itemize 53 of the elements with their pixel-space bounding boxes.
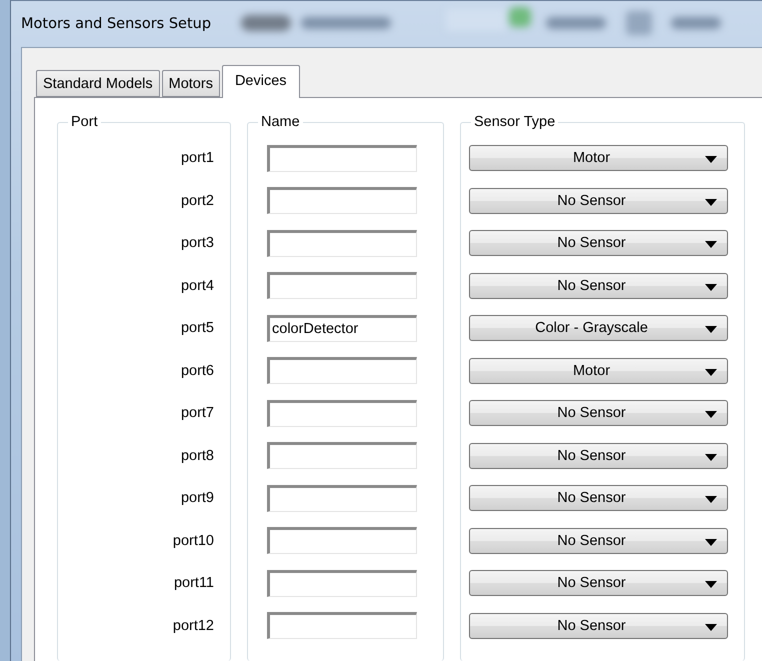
sensor-type-dropdown[interactable]: No Sensor (469, 485, 728, 512)
caret-icon (705, 284, 717, 291)
name-field[interactable] (267, 272, 417, 300)
name-field[interactable] (267, 357, 417, 384)
port-label: port5 (180, 320, 214, 336)
group-label: Sensor Type (471, 113, 558, 131)
sensor-type-dropdown[interactable]: No Sensor (469, 272, 728, 299)
name-field[interactable]: colorDetector (267, 314, 417, 342)
port-label: port3 (180, 235, 214, 252)
caret-icon (705, 496, 717, 504)
port-label: port2 (180, 192, 214, 209)
name-field[interactable] (267, 230, 417, 257)
port-label: port1 (180, 150, 214, 166)
port-label: port12 (172, 618, 214, 634)
name-field[interactable] (267, 612, 417, 640)
caret-icon (705, 411, 717, 418)
sensor-type-dropdown[interactable]: No Sensor (469, 570, 728, 596)
caret-icon (705, 538, 717, 546)
caret-icon (705, 454, 717, 461)
sensor-type-dropdown[interactable]: Motor (469, 145, 728, 172)
caret-icon (705, 326, 717, 334)
port-label: port9 (180, 490, 214, 506)
sensor-type-dropdown[interactable]: No Sensor (469, 188, 728, 214)
port-label: port11 (174, 575, 214, 592)
name-field[interactable] (267, 484, 417, 512)
port-label: port8 (180, 448, 214, 464)
name-field[interactable] (267, 570, 417, 597)
name-field[interactable] (267, 442, 417, 470)
caret-icon (705, 241, 717, 248)
sensor-type-dropdown[interactable]: Color - Grayscale (469, 315, 728, 342)
caret-icon (705, 156, 717, 164)
tab[interactable]: Devices (222, 65, 300, 98)
sensor-type-dropdown[interactable]: Motor (469, 358, 728, 384)
sensor-type-dropdown[interactable]: No Sensor (469, 442, 728, 469)
sensor-type-dropdown[interactable]: No Sensor (469, 230, 728, 256)
tab[interactable]: Standard Models (36, 70, 160, 97)
caret-icon (705, 624, 717, 631)
port-label: port4 (180, 278, 214, 294)
name-field[interactable] (267, 400, 417, 427)
caret-icon (705, 368, 717, 376)
sensor-type-dropdown[interactable]: No Sensor (469, 612, 728, 639)
name-field[interactable] (267, 144, 417, 172)
caret-icon (705, 581, 717, 588)
name-field[interactable] (267, 187, 417, 214)
port-label: port10 (172, 532, 214, 549)
tab[interactable]: Motors (162, 70, 220, 97)
caret-icon (705, 198, 717, 206)
sensor-type-dropdown[interactable]: No Sensor (469, 528, 728, 554)
window-title: Motors and Sensors Setup (21, 16, 212, 32)
port-label: port6 (180, 362, 214, 379)
name-field[interactable] (267, 527, 417, 554)
port-label: port7 (180, 405, 214, 422)
sensor-type-dropdown[interactable]: No Sensor (469, 400, 728, 426)
